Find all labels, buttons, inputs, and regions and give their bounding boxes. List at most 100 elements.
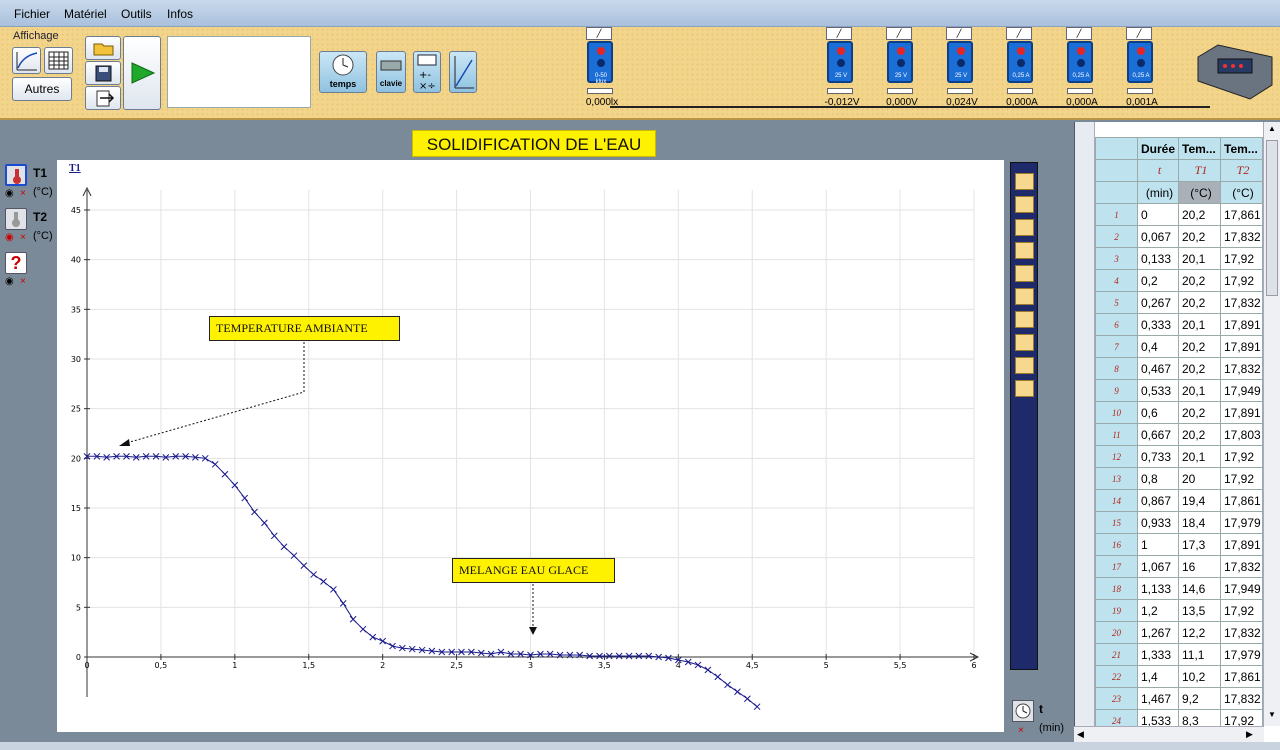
table-cell[interactable]: 20,2 <box>1178 423 1221 446</box>
table-cell[interactable]: 17,949 <box>1220 379 1263 402</box>
layout-icon[interactable] <box>1015 173 1034 190</box>
scroll-thumb[interactable] <box>1266 140 1278 296</box>
vertical-scrollbar[interactable]: ▲ ▼ <box>1263 122 1280 726</box>
table-cell[interactable]: 17,803 <box>1220 423 1263 446</box>
table-cell[interactable]: 20,2 <box>1178 335 1221 358</box>
save-button[interactable] <box>85 61 121 85</box>
table-row[interactable]: 15 0,933 18,4 17,979 <box>1095 511 1263 534</box>
table-cell[interactable]: 17,832 <box>1220 225 1263 248</box>
axes-scale-icon[interactable] <box>1015 196 1034 213</box>
table-cell[interactable]: 20,1 <box>1178 247 1221 270</box>
chart-title[interactable]: SOLIDIFICATION DE L'EAU <box>412 130 656 157</box>
crosshair-icon[interactable] <box>1015 311 1034 328</box>
modelisation-button[interactable] <box>449 51 477 93</box>
table-view-button[interactable] <box>44 47 73 74</box>
zoom-icon[interactable] <box>1015 357 1034 374</box>
table-cell[interactable]: 17,861 <box>1220 203 1263 226</box>
table-row[interactable]: 13 0,8 20 17,92 <box>1095 467 1263 490</box>
table-cell[interactable]: 17,3 <box>1178 533 1221 556</box>
table-cell[interactable]: 12,2 <box>1178 621 1221 644</box>
table-cell[interactable]: 17,861 <box>1220 489 1263 512</box>
table-row[interactable]: 17 1,067 16 17,832 <box>1095 555 1263 578</box>
column-header[interactable]: Durée <box>1137 137 1179 160</box>
table-cell[interactable]: 0,733 <box>1137 445 1179 468</box>
table-cell[interactable]: 17,861 <box>1220 665 1263 688</box>
menu-materiel[interactable]: Matériel <box>64 7 107 21</box>
table-row[interactable]: 2 0,067 20,2 17,832 <box>1095 225 1263 248</box>
table-cell[interactable]: 20,1 <box>1178 445 1221 468</box>
table-cell[interactable]: 0,067 <box>1137 225 1179 248</box>
table-cell[interactable]: 20,2 <box>1178 357 1221 380</box>
table-row[interactable]: 3 0,133 20,1 17,92 <box>1095 247 1263 270</box>
export-button[interactable] <box>85 86 121 110</box>
table-cell[interactable]: 17,832 <box>1220 555 1263 578</box>
table-cell[interactable]: 18,4 <box>1178 511 1221 534</box>
table-row[interactable]: 5 0,267 20,2 17,832 <box>1095 291 1263 314</box>
table-cell[interactable]: 17,92 <box>1220 467 1263 490</box>
table-row[interactable]: 4 0,2 20,2 17,92 <box>1095 269 1263 292</box>
clock-icon[interactable] <box>1012 700 1034 722</box>
table-cell[interactable]: 20,2 <box>1178 401 1221 424</box>
table-cell[interactable]: 1,067 <box>1137 555 1179 578</box>
table-row[interactable]: 12 0,733 20,1 17,92 <box>1095 445 1263 468</box>
menu-fichier[interactable]: Fichier <box>14 7 50 21</box>
table-row[interactable]: 9 0,533 20,1 17,949 <box>1095 379 1263 402</box>
table-cell[interactable]: 17,832 <box>1220 687 1263 710</box>
table-cell[interactable]: 0 <box>1137 203 1179 226</box>
table-cell[interactable]: 17,92 <box>1220 269 1263 292</box>
menu-outils[interactable]: Outils <box>121 7 152 21</box>
table-row[interactable]: 6 0,333 20,1 17,891 <box>1095 313 1263 336</box>
table-cell[interactable]: 14,6 <box>1178 577 1221 600</box>
table-row[interactable]: 22 1,4 10,2 17,861 <box>1095 665 1263 688</box>
table-cell[interactable]: 0,533 <box>1137 379 1179 402</box>
table-cell[interactable]: 0,867 <box>1137 489 1179 512</box>
table-cell[interactable]: 1,333 <box>1137 643 1179 666</box>
measure-icon[interactable] <box>1015 380 1034 397</box>
scroll-left-icon[interactable]: ◀ <box>1077 729 1084 740</box>
clavier-button[interactable]: clavie <box>376 51 406 93</box>
table-cell[interactable]: 17,949 <box>1220 577 1263 600</box>
table-cell[interactable]: 13,5 <box>1178 599 1221 622</box>
table-cell[interactable]: 16 <box>1178 555 1221 578</box>
column-header[interactable]: Tem... <box>1178 137 1221 160</box>
table-row[interactable]: 1 0 20,2 17,861 <box>1095 203 1263 226</box>
table-cell[interactable]: 17,979 <box>1220 511 1263 534</box>
table-cell[interactable]: 0,333 <box>1137 313 1179 336</box>
script-area[interactable] <box>167 36 311 108</box>
table-row[interactable]: 18 1,133 14,6 17,949 <box>1095 577 1263 600</box>
table-cell[interactable]: 1,133 <box>1137 577 1179 600</box>
table-cell[interactable]: 17,832 <box>1220 291 1263 314</box>
table-cell[interactable]: 0,667 <box>1137 423 1179 446</box>
table-cell[interactable]: 17,891 <box>1220 401 1263 424</box>
table-row[interactable]: 23 1,467 9,2 17,832 <box>1095 687 1263 710</box>
table-cell[interactable]: 11,1 <box>1178 643 1221 666</box>
thermometer-icon[interactable] <box>5 208 27 230</box>
start-acquisition-button[interactable] <box>123 36 161 110</box>
table-cell[interactable]: 17,832 <box>1220 357 1263 380</box>
remove-icon[interactable]: × <box>20 276 26 287</box>
scroll-up-icon[interactable]: ▲ <box>1266 124 1278 136</box>
table-cell[interactable]: 17,891 <box>1220 313 1263 336</box>
text-label-icon[interactable] <box>1015 288 1034 305</box>
column-header[interactable]: Tem... <box>1220 137 1263 160</box>
menu-infos[interactable]: Infos <box>167 7 193 21</box>
table-cell[interactable]: 20,1 <box>1178 379 1221 402</box>
table-cell[interactable]: 1 <box>1137 533 1179 556</box>
remove-icon[interactable]: × <box>1018 725 1024 736</box>
remove-icon[interactable]: × <box>20 232 26 243</box>
table-cell[interactable]: 0,267 <box>1137 291 1179 314</box>
table-cell[interactable]: 17,891 <box>1220 533 1263 556</box>
table-cell[interactable]: 0,133 <box>1137 247 1179 270</box>
table-row[interactable]: 11 0,667 20,2 17,803 <box>1095 423 1263 446</box>
table-cell[interactable]: 9,2 <box>1178 687 1221 710</box>
table-cell[interactable]: 0,933 <box>1137 511 1179 534</box>
chart-area[interactable]: 0 0,5 1 1,5 2 2,5 3 3,5 4 4,5 5 5,5 6 0 5 10 15 20 25 30 35 4… <box>57 160 1004 732</box>
remove-icon[interactable]: × <box>20 188 26 199</box>
table-cell[interactable]: 0,467 <box>1137 357 1179 380</box>
table-cell[interactable]: 17,92 <box>1220 599 1263 622</box>
table-cell[interactable]: 0,6 <box>1137 401 1179 424</box>
table-row[interactable]: 7 0,4 20,2 17,891 <box>1095 335 1263 358</box>
thermometer-icon[interactable] <box>5 164 27 186</box>
table-cell[interactable]: 10,2 <box>1178 665 1221 688</box>
curve-fit-icon[interactable] <box>1015 219 1034 236</box>
